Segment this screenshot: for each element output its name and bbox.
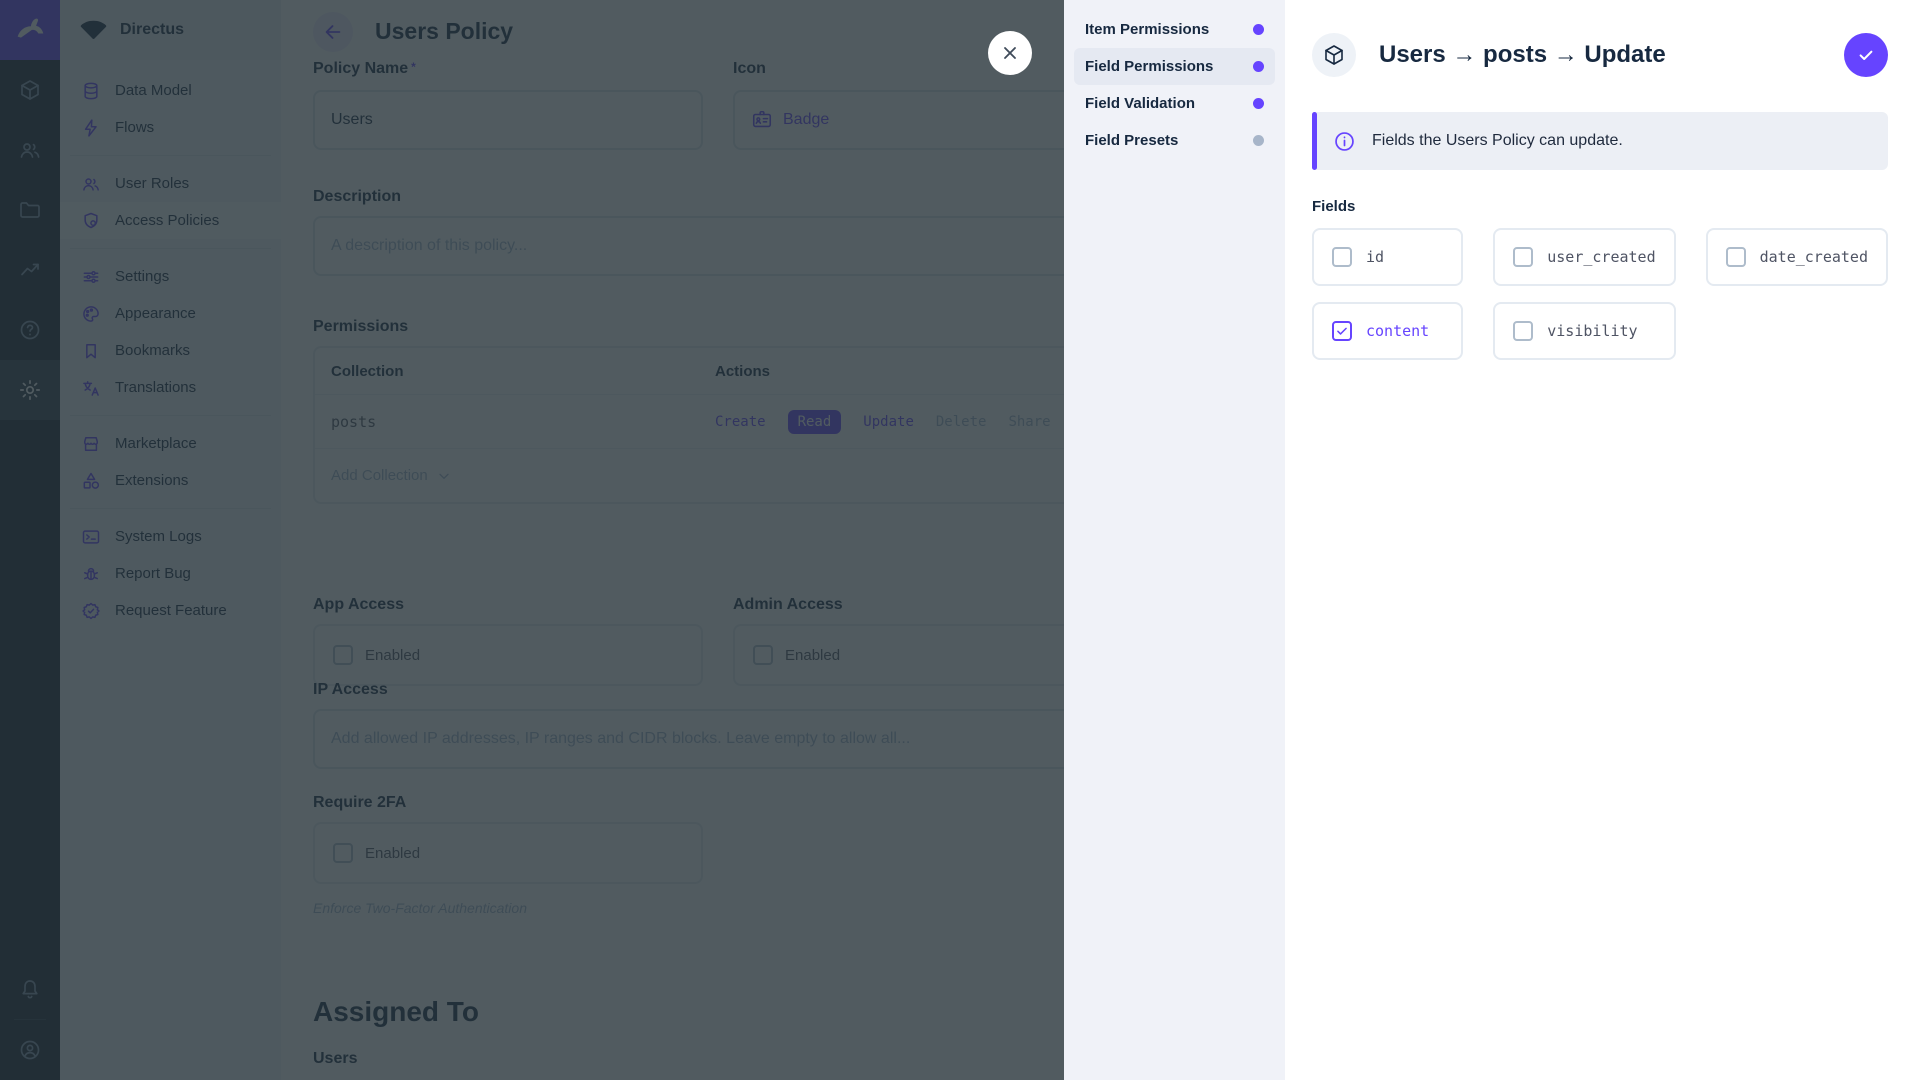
checkbox[interactable] [1513, 321, 1534, 341]
field-option-label: id [1366, 248, 1385, 266]
drawer-header-icon-circle [1312, 33, 1356, 77]
field-option-label: content [1366, 322, 1430, 340]
field-option-user-created[interactable]: user_created [1493, 228, 1676, 286]
field-option-id[interactable]: id [1312, 228, 1464, 286]
checkbox-checked[interactable] [1332, 321, 1352, 341]
field-option-label: user_created [1547, 248, 1656, 266]
drawer-tab-field-presets[interactable]: Field Presets [1074, 122, 1275, 159]
check-icon [1859, 50, 1873, 60]
status-dot [1253, 24, 1264, 35]
checkbox[interactable] [1332, 247, 1352, 267]
banner-text: Fields the Users Policy can update. [1372, 132, 1623, 149]
drawer-tab-field-validation[interactable]: Field Validation [1074, 85, 1275, 122]
fields-section-label: Fields [1312, 198, 1356, 215]
checkbox[interactable] [1513, 247, 1534, 267]
field-option-label: date_created [1759, 248, 1868, 266]
info-banner: Fields the Users Policy can update. [1312, 112, 1888, 170]
status-dot [1253, 98, 1264, 109]
field-option-content[interactable]: content [1312, 302, 1464, 360]
modal-overlay[interactable] [0, 0, 1064, 1080]
drawer-panel: Users → posts → Update Fields the Users … [1285, 0, 1920, 1080]
field-option-date-created[interactable]: date_created [1705, 228, 1888, 286]
close-icon [1004, 47, 1016, 59]
field-option-label: visibility [1547, 322, 1638, 340]
drawer-title: Users → posts → Update [1379, 41, 1666, 68]
checkbox[interactable] [1725, 247, 1746, 267]
directus-app: Directus Data Model Flows User Roles [0, 0, 1920, 1080]
info-icon [1335, 131, 1354, 151]
field-option-visibility[interactable]: visibility [1493, 302, 1676, 360]
cube-icon [1325, 45, 1343, 65]
drawer-tab-label: Field Presets [1085, 132, 1179, 149]
drawer-nav-panel: Item Permissions Field Permissions Field… [1064, 0, 1285, 1080]
drawer-tab-label: Item Permissions [1085, 21, 1210, 38]
drawer-tab-label: Field Permissions [1085, 58, 1214, 75]
drawer-tab-label: Field Validation [1085, 95, 1196, 112]
status-dot [1253, 61, 1264, 72]
status-dot [1253, 135, 1264, 146]
save-button[interactable] [1844, 33, 1888, 77]
drawer-close-button[interactable] [988, 31, 1032, 75]
drawer-tab-field-permissions[interactable]: Field Permissions [1074, 48, 1275, 85]
drawer-tab-item-permissions[interactable]: Item Permissions [1074, 11, 1275, 48]
fields-checkbox-grid: id user_created date_created content vis… [1312, 228, 1888, 360]
